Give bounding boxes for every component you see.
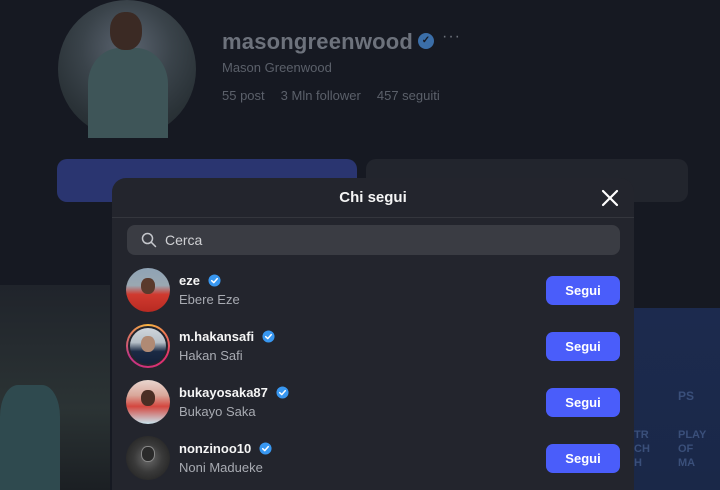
list-item[interactable]: eze Ebere Eze Segui xyxy=(112,266,634,322)
more-options-icon[interactable]: ··· xyxy=(442,28,461,46)
avatar-body xyxy=(88,48,168,138)
avatar[interactable] xyxy=(126,380,170,424)
verified-badge-icon: ✓ xyxy=(418,33,434,49)
list-item[interactable]: bukayosaka87 Bukayo Saka Segui xyxy=(112,378,634,434)
following-dialog: Chi segui eze xyxy=(112,178,634,490)
following-count[interactable]: 457 seguiti xyxy=(377,88,440,103)
svg-text:H: H xyxy=(634,457,642,469)
avatar-head xyxy=(110,12,142,50)
close-icon[interactable] xyxy=(600,188,620,208)
account-full-name: Noni Madueke xyxy=(179,460,263,475)
posts-count[interactable]: 55 post xyxy=(222,88,265,103)
account-username[interactable]: bukayosaka87 xyxy=(179,385,289,400)
username-text[interactable]: m.hakansafi xyxy=(179,329,254,344)
search-input[interactable] xyxy=(165,232,605,248)
follow-button[interactable]: Segui xyxy=(546,332,620,361)
account-full-name: Bukayo Saka xyxy=(179,404,256,419)
account-full-name: Hakan Safi xyxy=(179,348,243,363)
follow-button[interactable]: Segui xyxy=(546,388,620,417)
post-thumbnail-left[interactable] xyxy=(0,285,110,490)
follow-button[interactable]: Segui xyxy=(546,444,620,473)
post-thumbnail-right[interactable]: TR CH H PLAY OF MA PS xyxy=(634,308,720,490)
profile-full-name: Mason Greenwood xyxy=(222,60,332,75)
svg-text:TR: TR xyxy=(634,429,649,441)
following-list: eze Ebere Eze Segui m.hakansafi Hakan Sa… xyxy=(112,266,634,490)
profile-stats: 55 post 3 Mln follower 457 seguiti xyxy=(222,88,440,103)
username-text[interactable]: nonzinoo10 xyxy=(179,441,251,456)
list-item[interactable]: nonzinoo10 Noni Madueke Segui xyxy=(112,434,634,490)
verified-badge-icon xyxy=(259,442,272,455)
username-text[interactable]: bukayosaka87 xyxy=(179,385,268,400)
verified-badge-icon xyxy=(208,274,221,287)
thumbnail-text-art: TR CH H PLAY OF MA PS xyxy=(634,389,707,469)
account-username[interactable]: m.hakansafi xyxy=(179,329,275,344)
thumbnail-figure xyxy=(0,385,60,490)
svg-text:OF: OF xyxy=(678,443,694,455)
dialog-header: Chi segui xyxy=(112,178,634,218)
profile-avatar xyxy=(58,0,196,138)
account-username[interactable]: nonzinoo10 xyxy=(179,441,272,456)
verified-badge-icon xyxy=(275,386,289,399)
account-username[interactable]: eze xyxy=(179,273,221,288)
dialog-title: Chi segui xyxy=(339,189,407,206)
verified-badge-icon xyxy=(262,330,275,343)
avatar-face xyxy=(141,445,155,462)
avatar[interactable] xyxy=(126,268,170,312)
username-text[interactable]: eze xyxy=(179,273,200,288)
follow-button[interactable]: Segui xyxy=(546,276,620,305)
svg-text:PS: PS xyxy=(678,389,694,403)
list-item[interactable]: m.hakansafi Hakan Safi Segui xyxy=(112,322,634,378)
avatar-image xyxy=(128,326,168,366)
svg-text:CH: CH xyxy=(634,443,650,455)
search-bar[interactable] xyxy=(127,225,620,255)
account-full-name: Ebere Eze xyxy=(179,292,240,307)
profile-username: masongreenwood xyxy=(222,29,414,54)
followers-count[interactable]: 3 Mln follower xyxy=(281,88,361,103)
search-icon xyxy=(141,232,157,248)
svg-text:MA: MA xyxy=(678,457,695,469)
avatar-face xyxy=(141,277,155,294)
avatar-face xyxy=(141,389,155,406)
svg-text:PLAY: PLAY xyxy=(678,429,707,441)
avatar[interactable] xyxy=(126,324,170,368)
avatar[interactable] xyxy=(126,436,170,480)
avatar-face xyxy=(141,335,155,352)
